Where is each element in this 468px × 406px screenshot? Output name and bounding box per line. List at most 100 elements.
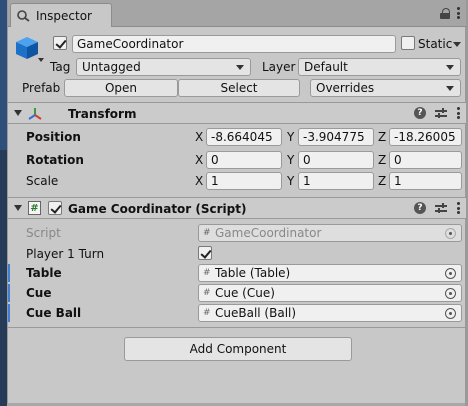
prefab-select-label: Select xyxy=(220,81,258,95)
scale-z-label: Z xyxy=(378,174,387,188)
prefab-overrides-label: Overrides xyxy=(316,81,375,95)
table-label: Table xyxy=(26,266,62,280)
static-toggle[interactable] xyxy=(401,36,415,50)
lock-icon[interactable] xyxy=(440,7,450,19)
tag-value: Untagged xyxy=(82,60,141,74)
cue-label: Cue xyxy=(26,286,52,300)
rotation-y-label: Y xyxy=(287,153,295,167)
position-z-label: Z xyxy=(378,130,387,144)
gameobject-name-field[interactable]: GameCoordinator xyxy=(72,35,396,53)
position-y-label: Y xyxy=(287,130,295,144)
scale-y-value: 1 xyxy=(303,174,311,188)
transform-axes-icon xyxy=(28,108,42,120)
cue-field[interactable]: # Cue (Cue) xyxy=(198,284,462,302)
transform-title: Transform xyxy=(68,107,137,121)
position-x-field[interactable]: -8.664045 xyxy=(206,128,282,146)
rotation-y-value: 0 xyxy=(303,153,311,167)
layer-label: Layer xyxy=(262,60,296,74)
object-picker-icon[interactable] xyxy=(445,308,456,319)
scale-x-label: X xyxy=(195,174,204,188)
help-icon[interactable]: ? xyxy=(414,107,426,119)
prefab-open-label: Open xyxy=(104,81,138,95)
scale-x-field[interactable]: 1 xyxy=(206,172,282,190)
gameobject-name: GameCoordinator xyxy=(77,37,184,51)
script-file-icon: # xyxy=(203,228,211,238)
scale-y-label: Y xyxy=(287,174,295,188)
transform-header[interactable]: Transform ? xyxy=(8,102,466,124)
object-picker-icon xyxy=(445,228,456,239)
table-field[interactable]: # Table (Table) xyxy=(198,264,462,282)
object-picker-icon[interactable] xyxy=(445,288,456,299)
layer-value: Default xyxy=(304,60,348,74)
position-label: Position xyxy=(26,130,81,144)
help-icon[interactable]: ? xyxy=(414,202,426,214)
prefab-select-button[interactable]: Select xyxy=(178,79,300,97)
position-z-field[interactable]: -18.26005 xyxy=(389,128,462,146)
position-y-value: -3.904775 xyxy=(303,130,365,144)
scale-x-value: 1 xyxy=(211,174,219,188)
rotation-z-value: 0 xyxy=(394,153,402,167)
override-indicator xyxy=(8,284,10,302)
cue-ball-label: Cue Ball xyxy=(26,306,82,320)
script-enabled-toggle[interactable] xyxy=(48,201,62,215)
cue-value: Cue (Cue) xyxy=(215,286,275,300)
prefab-overrides-dropdown[interactable]: Overrides xyxy=(310,79,461,97)
position-x-label: X xyxy=(195,130,204,144)
rotation-label: Rotation xyxy=(26,153,84,167)
script-field: # GameCoordinator xyxy=(198,224,462,242)
add-component-button[interactable]: Add Component xyxy=(124,337,352,361)
prefab-open-button[interactable]: Open xyxy=(64,79,178,97)
rotation-x-label: X xyxy=(195,153,204,167)
prefab-label: Prefab xyxy=(22,81,61,95)
script-label: Script xyxy=(26,226,61,240)
rotation-x-field[interactable]: 0 xyxy=(206,151,282,169)
scale-z-field[interactable]: 1 xyxy=(389,172,462,190)
section-divider xyxy=(8,327,466,328)
layer-dropdown[interactable]: Default xyxy=(298,58,461,76)
override-indicator xyxy=(8,304,10,322)
cue-ball-field[interactable]: # CueBall (Ball) xyxy=(198,304,462,322)
presets-icon[interactable] xyxy=(435,107,447,119)
script-value: GameCoordinator xyxy=(215,226,322,240)
scale-y-field[interactable]: 1 xyxy=(298,172,374,190)
position-y-field[interactable]: -3.904775 xyxy=(298,128,374,146)
static-dropdown-arrow[interactable] xyxy=(453,42,461,47)
cube-icon xyxy=(16,37,44,62)
kebab-menu-icon[interactable] xyxy=(456,7,460,19)
tab-label: Inspector xyxy=(36,8,92,23)
object-picker-icon[interactable] xyxy=(445,268,456,279)
rotation-z-label: Z xyxy=(378,153,387,167)
gameobject-icon-wrap[interactable] xyxy=(14,34,44,64)
cue-ball-value: CueBall (Ball) xyxy=(215,306,297,320)
kebab-menu-icon[interactable] xyxy=(456,202,460,214)
script-component-header[interactable]: # Game Coordinator (Script) ? xyxy=(8,197,466,219)
foldout-arrow-icon[interactable] xyxy=(14,205,22,211)
rotation-y-field[interactable]: 0 xyxy=(298,151,374,169)
override-indicator xyxy=(8,264,10,282)
chevron-down-icon xyxy=(446,86,454,91)
script-object-icon: # xyxy=(203,288,211,298)
table-value: Table (Table) xyxy=(215,266,291,280)
inspector-panel: Inspector GameCoordinator Static Tag Unt… xyxy=(7,0,466,403)
position-z-value: -18.26005 xyxy=(394,130,456,144)
tag-dropdown[interactable]: Untagged xyxy=(76,58,251,76)
script-object-icon: # xyxy=(203,268,211,278)
presets-icon[interactable] xyxy=(435,202,447,214)
script-hash-icon: # xyxy=(28,201,41,215)
rotation-z-field[interactable]: 0 xyxy=(389,151,462,169)
rotation-x-value: 0 xyxy=(211,153,219,167)
kebab-menu-icon[interactable] xyxy=(456,107,460,119)
foldout-arrow-icon[interactable] xyxy=(14,110,22,116)
tab-inspector[interactable]: Inspector xyxy=(10,3,112,27)
chevron-down-icon xyxy=(236,65,244,70)
chevron-down-icon xyxy=(446,65,454,70)
inspector-icon xyxy=(17,9,31,22)
player1-turn-toggle[interactable] xyxy=(198,246,212,260)
scene-view-edge xyxy=(0,0,7,406)
static-label: Static xyxy=(418,37,453,51)
gameobject-active-toggle[interactable] xyxy=(53,36,67,50)
tab-bar: Inspector xyxy=(8,0,466,27)
scale-z-value: 1 xyxy=(394,174,402,188)
tag-label: Tag xyxy=(50,60,71,74)
scale-label: Scale xyxy=(26,174,59,188)
